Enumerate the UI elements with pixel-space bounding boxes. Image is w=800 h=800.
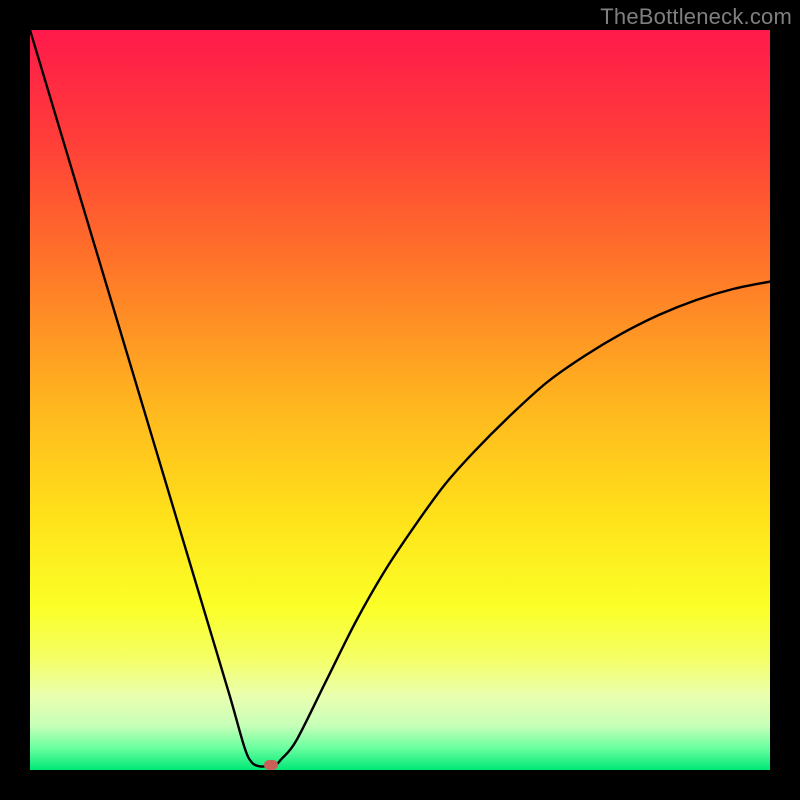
plot-area xyxy=(30,30,770,770)
optimal-point-marker xyxy=(264,760,278,770)
bottleneck-curve xyxy=(30,30,770,770)
chart-frame: TheBottleneck.com xyxy=(0,0,800,800)
watermark-label: TheBottleneck.com xyxy=(600,4,792,30)
